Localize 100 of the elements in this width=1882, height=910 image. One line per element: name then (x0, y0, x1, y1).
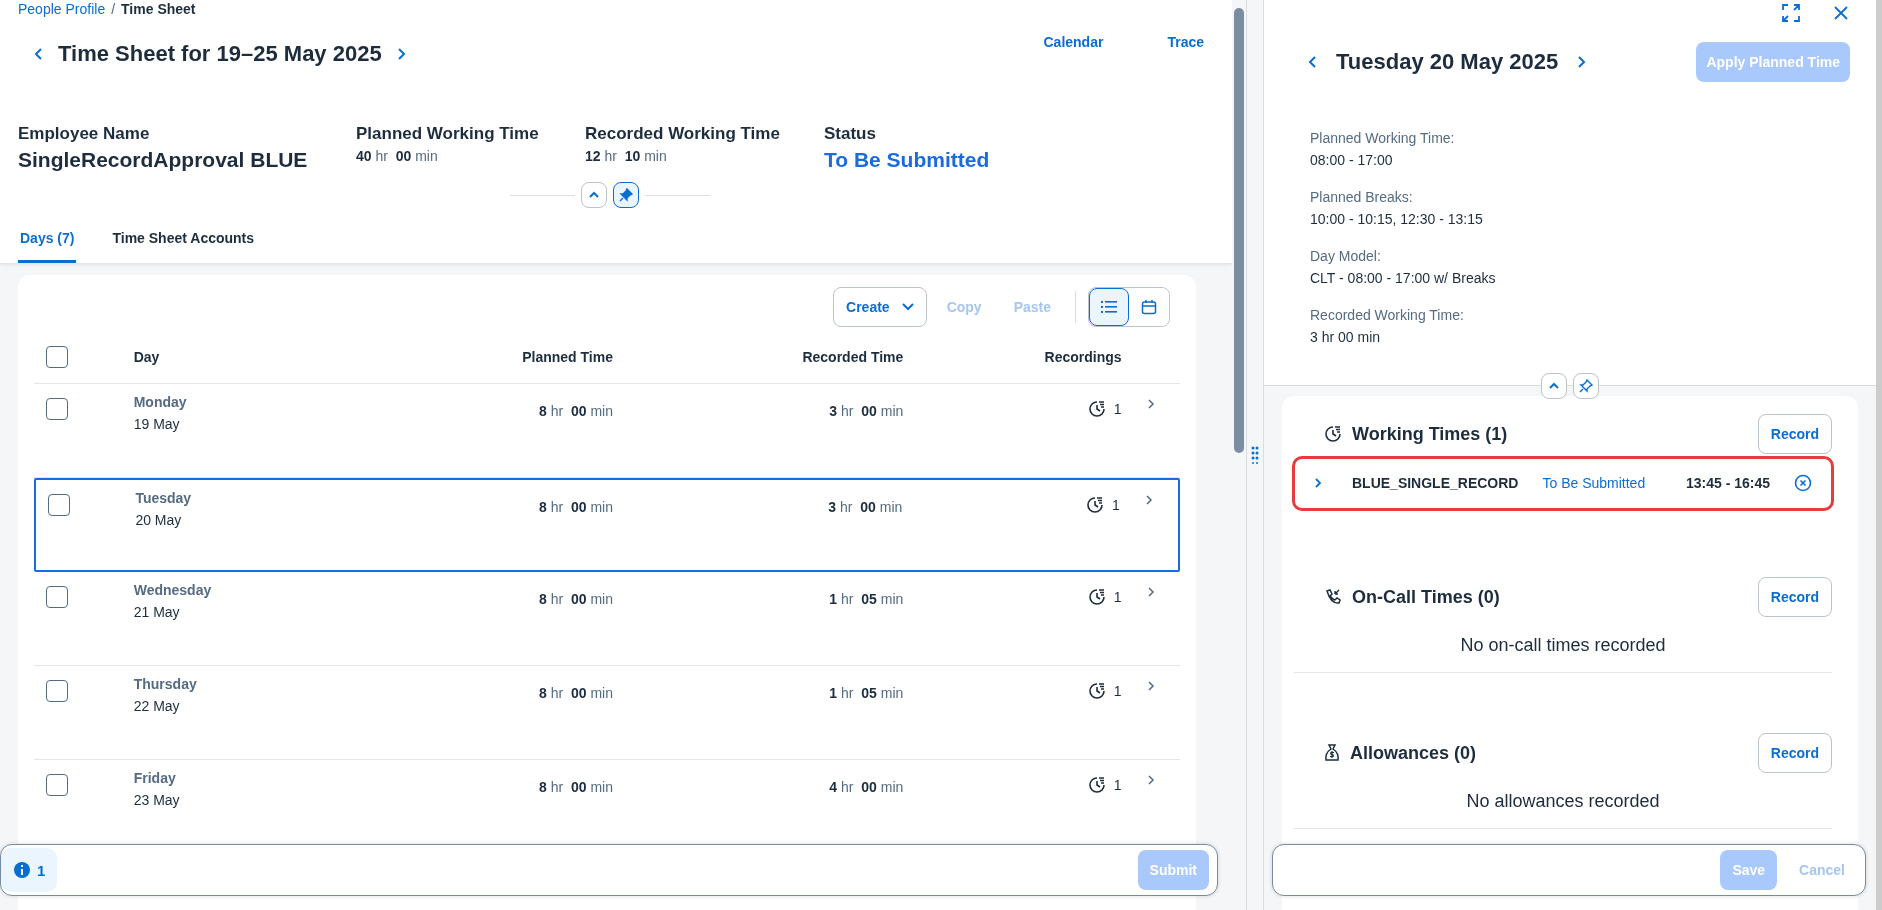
detail-title: Tuesday 20 May 2025 (1336, 49, 1559, 75)
weekday: Monday (133, 394, 188, 410)
info-label: Planned Working Time: (1310, 130, 1456, 146)
info-value: 3 hr 00 min (1310, 329, 1382, 345)
clock-list-icon (1087, 776, 1106, 794)
recording-count: 1 (1113, 683, 1122, 699)
clock-list-icon (1087, 588, 1106, 606)
chevron-icon[interactable] (1146, 680, 1155, 692)
fullscreen-icon[interactable] (1782, 4, 1800, 22)
recorded-time: 3 hr 00 min (828, 402, 904, 419)
recorded-time: 3 hr 00 min (827, 498, 903, 515)
header-link[interactable]: Trace (1167, 34, 1204, 50)
record-status: To Be Submitted (1542, 475, 1646, 491)
calendar-icon (1141, 299, 1157, 315)
scrollbar-thumb[interactable] (1234, 8, 1244, 453)
expand-icon[interactable] (1314, 477, 1322, 489)
record-button[interactable]: Record (1757, 414, 1832, 454)
selected-row[interactable]: Tuesday 20 May 8 hr 00 min 3 hr 00 min 1 (34, 478, 1180, 572)
weekday: Friday (133, 770, 177, 786)
clock-list-icon (1087, 682, 1106, 700)
info-label: Planned Breaks: (1310, 189, 1414, 205)
weekday: Thursday (133, 676, 198, 692)
table-row[interactable]: Monday 19 May 8 hr 00 min 3 hr 00 min 1 (34, 384, 1180, 478)
info-value: 08:00 - 17:00 (1310, 152, 1394, 168)
date: 21 May (133, 604, 181, 620)
empty-message: No on-call times recorded (1460, 635, 1666, 656)
delete-icon[interactable] (1794, 474, 1812, 492)
recording-count: 1 (1113, 401, 1122, 417)
field-label: Employee Name (18, 124, 151, 144)
header-link[interactable]: Calendar (1043, 34, 1104, 50)
next-icon[interactable] (1576, 55, 1587, 69)
checkbox[interactable] (46, 680, 68, 702)
pin-button[interactable] (1573, 373, 1599, 399)
weekday: Tuesday (135, 490, 193, 506)
status-value: To Be Submitted (824, 148, 990, 172)
chevron-icon[interactable] (1146, 586, 1155, 598)
collapse-button[interactable] (1541, 373, 1567, 399)
message-button[interactable]: 1 (1, 848, 58, 892)
clock-list-icon (1085, 496, 1104, 514)
checkbox[interactable] (46, 398, 68, 420)
chevron-icon[interactable] (1144, 494, 1153, 506)
time-value: 12 hr 10 min (585, 148, 668, 164)
record-time: 13:45 - 16:45 (1685, 475, 1770, 491)
field-label: Recorded Working Time (585, 124, 781, 144)
pin-button[interactable] (613, 182, 639, 208)
list-view-button[interactable] (1089, 288, 1129, 326)
info-value: CLT - 08:00 - 17:00 w/ Breaks (1310, 270, 1497, 286)
previous-icon[interactable] (1308, 55, 1318, 69)
info-value: 10:00 - 10:15, 12:30 - 13:15 (1310, 211, 1484, 227)
info-label: Recorded Working Time: (1310, 307, 1465, 323)
empty-message: No allowances recorded (1466, 791, 1660, 812)
money-bag-icon (1324, 744, 1340, 762)
section-title: Allowances (0) (1350, 742, 1477, 764)
table-row[interactable]: Friday 23 May 8 hr 00 min 4 hr 00 min 1 (34, 760, 1180, 822)
chevron-icon[interactable] (1146, 398, 1155, 410)
field-label: Status (824, 124, 877, 144)
recording-count: 1 (1113, 777, 1122, 793)
checkbox[interactable] (48, 494, 70, 516)
breadcrumb-current: Time Sheet (121, 0, 196, 18)
weekday: Wednesday (133, 582, 213, 598)
breadcrumb-separator: / (111, 0, 116, 18)
next-icon[interactable] (395, 47, 406, 61)
caret-icon (901, 303, 914, 311)
date: 19 May (133, 416, 181, 432)
planned-time: 8 hr 00 min (538, 402, 613, 419)
recorded-time: 1 hr 05 min (828, 684, 904, 701)
checkbox[interactable] (46, 774, 68, 796)
record-button[interactable]: Record (1757, 577, 1832, 617)
table-row[interactable]: Wednesday 21 May 8 hr 00 min 1 hr 05 min 1 (34, 572, 1180, 666)
checkbox[interactable] (46, 346, 68, 368)
date: 22 May (133, 698, 181, 714)
table-row[interactable]: Thursday 22 May 8 hr 00 min 1 hr 05 min 1 (34, 666, 1180, 760)
tab[interactable]: Days (7) (18, 216, 77, 263)
caret-up-icon (1548, 382, 1560, 390)
previous-icon[interactable] (34, 47, 44, 61)
planned-time: 8 hr 00 min (538, 590, 613, 607)
section-title: On-Call Times (0) (1352, 586, 1500, 608)
chevron-icon[interactable] (1146, 774, 1155, 786)
record-button[interactable]: Record (1757, 733, 1832, 773)
tab[interactable]: Time Sheet Accounts (110, 216, 257, 263)
close-icon[interactable] (1834, 6, 1848, 20)
employee-name: SingleRecordApproval BLUE (18, 148, 309, 172)
checkbox[interactable] (46, 586, 68, 608)
date: 20 May (135, 512, 183, 528)
recorded-time: 1 hr 05 min (828, 590, 904, 607)
column-header: Recordings (1043, 349, 1122, 365)
create-button[interactable]: Create (833, 287, 927, 327)
date: 23 May (133, 792, 181, 808)
planned-time: 8 hr 00 min (538, 498, 613, 515)
drag-handle-icon[interactable] (1251, 446, 1259, 464)
collapse-button[interactable] (581, 182, 607, 208)
clock-list-icon (1324, 425, 1342, 443)
field-label: Planned Working Time (356, 124, 540, 144)
breadcrumb-link[interactable]: People Profile (18, 0, 106, 18)
page-title: Time Sheet for 19–25 May 2025 (58, 41, 382, 67)
time-value: 40 hr 00 min (356, 148, 439, 164)
planned-time: 8 hr 00 min (538, 778, 613, 795)
pin-icon (619, 188, 633, 202)
info-icon (13, 861, 31, 879)
record-row[interactable]: BLUE_SINGLE_RECORD To Be Submitted 13:45 - 16:45 (1294, 458, 1832, 509)
